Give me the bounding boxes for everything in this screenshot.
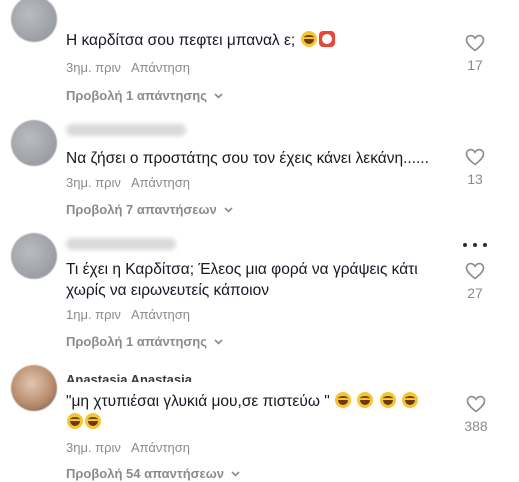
chevron-down-icon (214, 338, 223, 345)
comment-meta: 3ημ. πριν Απάντηση (66, 440, 190, 455)
like-count: 17 (467, 57, 483, 73)
view-replies-button[interactable]: Προβολή 54 απαντήσεων (66, 466, 240, 481)
view-replies-label: Προβολή 7 απαντήσεων (66, 202, 217, 217)
view-replies-label: Προβολή 54 απαντήσεων (66, 466, 224, 481)
comment-text: Τι έχει η Καρδίτσα; Έλεος μια φορά να γρ… (66, 261, 418, 299)
grin-squint-icon (401, 392, 418, 408)
comment-text: Να ζήσει ο προστάτης σου τον έχεις κάνει… (66, 150, 429, 167)
comment-time: 1ημ. πριν (66, 307, 121, 322)
like-count: 388 (464, 418, 488, 434)
view-replies-button[interactable]: Προβολή 1 απάντησης (66, 334, 223, 349)
username[interactable] (66, 238, 176, 250)
chevron-down-icon (224, 206, 233, 213)
like-button[interactable]: 17 (458, 34, 492, 73)
heart-icon (465, 262, 485, 280)
reply-button[interactable]: Απάντηση (131, 175, 190, 190)
view-replies-label: Προβολή 1 απάντησης (66, 88, 208, 103)
reply-button[interactable]: Απάντηση (131, 440, 190, 455)
comment-time: 3ημ. πριν (66, 60, 121, 75)
like-count: 13 (467, 171, 483, 187)
grin-squint-icon (379, 392, 396, 408)
grin-squint-icon (67, 413, 83, 429)
comment-meta: 1ημ. πριν Απάντηση (66, 307, 190, 322)
heart-icon (465, 148, 485, 166)
avatar[interactable] (11, 120, 57, 166)
grin-squint-icon (300, 31, 317, 47)
grin-squint-icon (85, 413, 101, 429)
clown-icon (318, 31, 335, 47)
view-replies-button[interactable]: Προβολή 7 απαντήσεων (66, 202, 233, 217)
like-count: 27 (467, 285, 483, 301)
username[interactable] (66, 124, 186, 136)
view-replies-button[interactable]: Προβολή 1 απάντησης (66, 88, 223, 103)
avatar[interactable] (11, 0, 57, 42)
chevron-down-icon (231, 470, 240, 477)
grin-squint-icon (357, 392, 374, 408)
comment-meta: 3ημ. πριν Απάντηση (66, 60, 190, 75)
comment-time: 3ημ. πριν (66, 440, 121, 455)
reply-button[interactable]: Απάντηση (131, 307, 190, 322)
heart-icon (465, 34, 485, 52)
chevron-down-icon (214, 92, 223, 99)
reply-button[interactable]: Απάντηση (131, 60, 190, 75)
like-button[interactable]: 27 (458, 262, 492, 301)
avatar[interactable] (11, 365, 57, 411)
comment-text: Η καρδίτσα σου πεφτει μπαναλ ε; (66, 30, 336, 51)
like-button[interactable]: 13 (458, 148, 492, 187)
comment-meta: 3ημ. πριν Απάντηση (66, 175, 190, 190)
grin-squint-icon (335, 392, 352, 408)
heart-icon (466, 395, 486, 413)
comment-time: 3ημ. πριν (66, 175, 121, 190)
like-button[interactable]: 388 (456, 395, 496, 434)
avatar[interactable] (11, 233, 57, 279)
more-options-icon[interactable] (463, 243, 487, 249)
comment-text: "μη χτυπιέσαι γλυκιά μου,σε πιστεύω " (66, 391, 419, 433)
username[interactable]: Anastasia Anastasia (66, 373, 192, 382)
view-replies-label: Προβολή 1 απάντησης (66, 334, 208, 349)
